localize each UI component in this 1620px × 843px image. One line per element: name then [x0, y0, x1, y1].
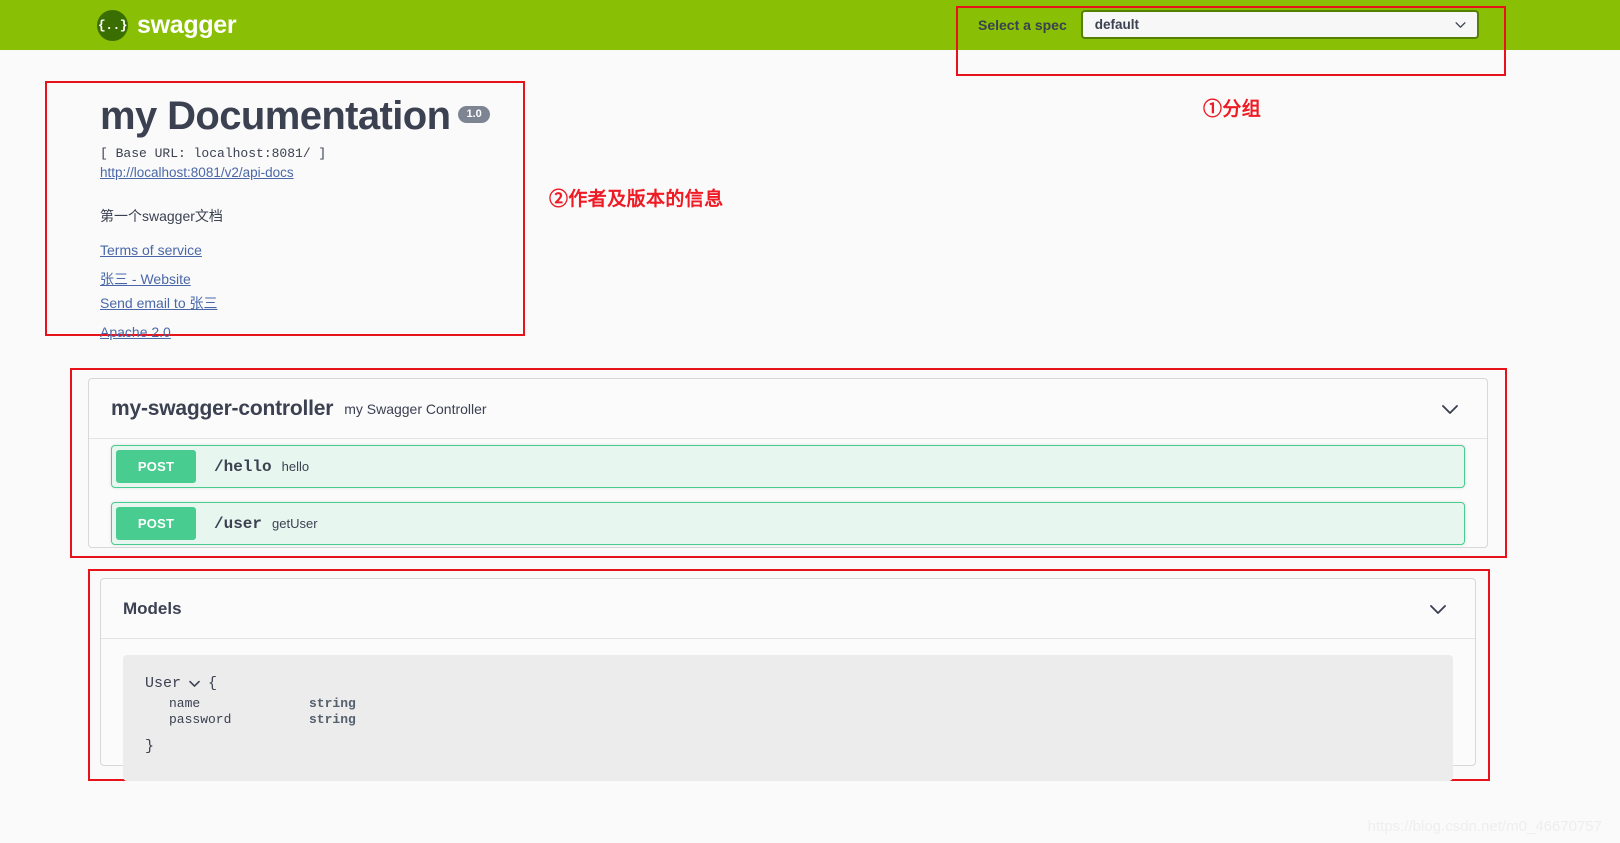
model-properties: name string password string: [169, 696, 1431, 728]
property-type: string: [309, 696, 356, 711]
property-type: string: [309, 711, 356, 727]
http-method-badge: POST: [116, 450, 196, 483]
table-row[interactable]: POST /hello hello: [111, 445, 1465, 488]
contact-website-link[interactable]: 张三 - Website: [100, 269, 520, 289]
models-title: Models: [123, 598, 182, 618]
model-close-brace: }: [145, 737, 155, 755]
spec-selector-group: Select a spec default: [978, 10, 1479, 39]
spec-selector-label: Select a spec: [978, 16, 1067, 33]
controller-tag-description: my Swagger Controller: [344, 400, 487, 417]
controller-section-panel: my-swagger-controller my Swagger Control…: [88, 378, 1488, 548]
watermark: https://blog.csdn.net/m0_46670757: [1367, 818, 1602, 835]
http-method-badge: POST: [116, 507, 196, 540]
contact-email-link[interactable]: Send email to 张三: [100, 293, 520, 313]
operation-path: /hello: [214, 457, 272, 476]
swagger-logo-text: swagger: [137, 10, 237, 39]
annotation-note-2: ②作者及版本的信息: [549, 189, 724, 210]
spec-select-dropdown[interactable]: default: [1080, 10, 1479, 39]
operation-summary: getUser: [272, 516, 318, 531]
version-badge: 1.0: [458, 106, 490, 123]
swagger-logo[interactable]: {..} swagger: [97, 9, 237, 41]
model-title-row[interactable]: User {: [145, 675, 1431, 692]
api-description: 第一个swagger文档: [100, 208, 223, 224]
table-row[interactable]: POST /user getUser: [111, 502, 1465, 545]
property-name: name: [169, 696, 201, 711]
spec-select-value: default: [1094, 17, 1139, 32]
operations-list: POST /hello hello POST /user getUser: [89, 439, 1487, 559]
model-user: User { name string password string}: [123, 655, 1453, 781]
controller-section-header[interactable]: my-swagger-controller my Swagger Control…: [89, 379, 1487, 439]
chevron-down-icon: [1455, 21, 1466, 28]
list-item: password string: [169, 712, 1431, 728]
list-item: name string: [169, 696, 1431, 712]
page-title: my Documentation: [100, 94, 451, 138]
api-title-row: my Documentation 1.0: [100, 96, 520, 136]
model-open-brace: {: [208, 675, 218, 692]
chevron-down-icon[interactable]: [188, 677, 201, 690]
property-name: password: [169, 711, 232, 727]
license-link[interactable]: Apache 2.0: [100, 324, 520, 340]
api-docs-link[interactable]: http://localhost:8081/v2/api-docs: [100, 165, 520, 180]
operation-summary: hello: [281, 459, 310, 474]
models-section-panel: Models User { name string password strin…: [100, 578, 1476, 781]
chevron-down-icon[interactable]: [1428, 599, 1448, 619]
models-section-header[interactable]: Models: [101, 579, 1475, 639]
chevron-down-icon[interactable]: [1440, 399, 1460, 419]
terms-of-service-link[interactable]: Terms of service: [100, 242, 520, 258]
swagger-ui-page: {..} swagger Select a spec default ①分组 ②…: [0, 0, 1620, 843]
swagger-logo-icon: {..}: [97, 9, 128, 41]
controller-tag-name: my-swagger-controller: [111, 396, 334, 420]
base-url-text: [ Base URL: localhost:8081/ ]: [100, 146, 327, 161]
model-name: User: [145, 675, 182, 692]
annotation-note-1: ①分组: [1203, 99, 1262, 120]
api-info-block: my Documentation 1.0 [ Base URL: localho…: [100, 96, 520, 340]
models-body: User { name string password string}: [101, 639, 1475, 803]
operation-path: /user: [214, 514, 263, 533]
api-info-links: Terms of service 张三 - Website Send email…: [100, 242, 520, 340]
